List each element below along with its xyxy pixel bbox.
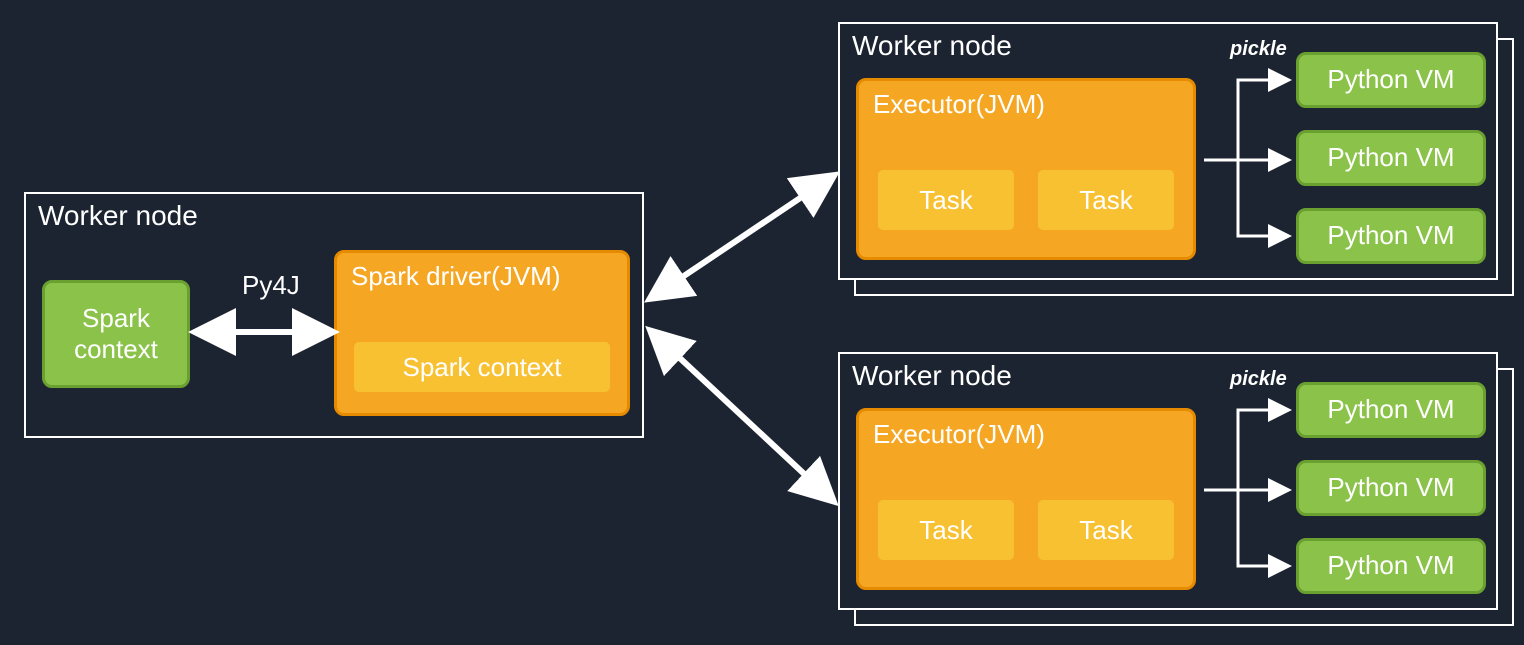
py4j-label: Py4J [242, 270, 300, 301]
pickle-label-2: pickle [1230, 368, 1287, 391]
python-vm-1-3: Python VM [1296, 208, 1486, 264]
worker-node-1: Worker node Executor(JVM) Task Task pick… [838, 22, 1498, 280]
driver-node-title: Worker node [26, 194, 642, 232]
driver-to-worker1-arrow [654, 178, 830, 296]
task-2-2: Task [1035, 497, 1177, 563]
python-vm-2-1: Python VM [1296, 382, 1486, 438]
worker-node-2: Worker node Executor(JVM) Task Task pick… [838, 352, 1498, 610]
python-vm-2-3: Python VM [1296, 538, 1486, 594]
python-vm-1-1: Python VM [1296, 52, 1486, 108]
executor-box-1: Executor(JVM) Task Task [856, 78, 1196, 260]
executor-box-2: Executor(JVM) Task Task [856, 408, 1196, 590]
spark-driver-box: Spark driver(JVM) Spark context [334, 250, 630, 416]
spark-context-green: Spark context [42, 280, 190, 388]
driver-to-worker2-arrow [654, 334, 830, 498]
python-vm-2-2: Python VM [1296, 460, 1486, 516]
spark-context-yellow: Spark context [351, 339, 613, 395]
executor-2-title: Executor(JVM) [859, 411, 1193, 458]
spark-driver-title: Spark driver(JVM) [337, 253, 627, 300]
task-2-1: Task [875, 497, 1017, 563]
driver-worker-node: Worker node Spark context Py4J Spark dri… [24, 192, 644, 438]
task-1-2: Task [1035, 167, 1177, 233]
python-vm-1-2: Python VM [1296, 130, 1486, 186]
pickle-label-1: pickle [1230, 38, 1287, 61]
executor-1-title: Executor(JVM) [859, 81, 1193, 128]
task-1-1: Task [875, 167, 1017, 233]
